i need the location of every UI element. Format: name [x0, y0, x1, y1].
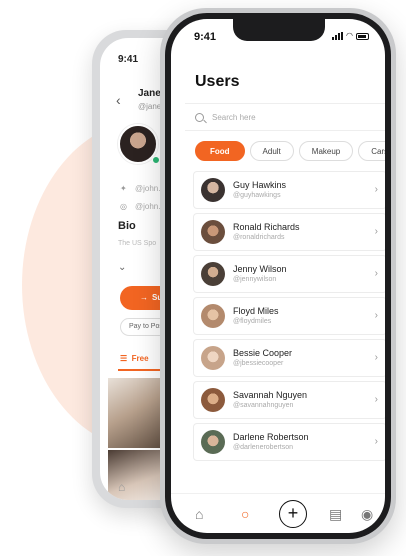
twitter-icon: ✦ — [120, 184, 127, 193]
home-icon[interactable]: ⌂ — [195, 506, 203, 522]
status-time: 9:41 — [194, 31, 217, 43]
user-list: Guy Hawkins @guyhawkings › Ronald Richar… — [193, 171, 385, 465]
avatar — [201, 178, 225, 202]
user-handle: @jennywilson — [233, 276, 277, 283]
user-handle: @darlenerobertson — [233, 444, 294, 451]
avatar — [201, 388, 225, 412]
chevron-right-icon: › — [374, 310, 378, 321]
user-name: Savannah Nguyen — [233, 390, 308, 400]
chip-makeup[interactable]: Makeup — [298, 141, 354, 161]
user-name: Ronald Richards — [233, 222, 300, 232]
user-name: Bessie Cooper — [233, 348, 293, 358]
mockup-stage: 9:41 ‹ Jane C @janec ✦ @john.do ◎ @john.do… — [0, 0, 406, 556]
list-item[interactable]: Ronald Richards @ronaldrichards › — [193, 213, 385, 251]
chevron-right-icon: › — [374, 226, 378, 237]
subscribe-icon: → — [140, 293, 148, 302]
home-icon[interactable]: ⌂ — [118, 480, 125, 494]
chip-adult[interactable]: Adult — [249, 141, 294, 161]
chevron-right-icon: › — [374, 394, 378, 405]
list-item[interactable]: Savannah Nguyen @savannahnguyen › — [193, 381, 385, 419]
category-chips: Food Adult Makeup Cars Ca — [195, 141, 385, 161]
phone-bezel: 9:41 ◠ Users Food Adult Makeup Cars Ca — [165, 13, 391, 539]
user-name: Jenny Wilson — [233, 264, 287, 274]
chevron-right-icon: › — [374, 436, 378, 447]
avatar — [201, 262, 225, 286]
user-handle: @ronaldrichards — [233, 234, 285, 241]
user-name: Darlene Robertson — [233, 432, 309, 442]
user-handle: @jbessiecooper — [233, 360, 284, 367]
list-item[interactable]: Bessie Cooper @jbessiecooper › — [193, 339, 385, 377]
user-handle: @savannahnguyen — [233, 402, 294, 409]
menu-icon: ☰ — [120, 354, 128, 363]
avatar — [201, 430, 225, 454]
user-handle: @guyhawkings — [233, 192, 281, 199]
chevron-down-icon[interactable]: ⌄ — [118, 262, 126, 273]
chip-food[interactable]: Food — [195, 141, 245, 161]
search-icon[interactable]: ○ — [241, 506, 249, 522]
wifi-icon: ◠ — [346, 31, 353, 40]
battery-icon — [356, 32, 369, 40]
back-arrow-icon[interactable]: ‹ — [116, 92, 121, 108]
online-indicator — [152, 156, 160, 164]
avatar — [201, 220, 225, 244]
user-name: Floyd Miles — [233, 306, 279, 316]
avatar — [201, 346, 225, 370]
tab-free[interactable]: ☰ Free — [120, 354, 149, 363]
user-name: Guy Hawkins — [233, 180, 287, 190]
signal-icon — [332, 32, 344, 40]
chip-cars[interactable]: Cars — [358, 141, 385, 161]
page-title: Users — [195, 73, 240, 90]
chevron-right-icon: › — [374, 184, 378, 195]
avatar — [201, 304, 225, 328]
phone-notch — [233, 19, 325, 41]
bio-heading: Bio — [118, 220, 136, 232]
profile-icon[interactable]: ◉ — [361, 506, 373, 523]
status-time: 9:41 — [118, 54, 139, 65]
instagram-icon: ◎ — [120, 202, 127, 211]
messages-icon[interactable]: ▤ — [329, 506, 342, 523]
bio-text: The US Spo — [118, 240, 157, 247]
list-item[interactable]: Floyd Miles @floydmiles › — [193, 297, 385, 335]
users-screen: 9:41 ◠ Users Food Adult Makeup Cars Ca — [171, 19, 385, 533]
user-handle: @floydmiles — [233, 318, 272, 325]
chevron-right-icon: › — [374, 352, 378, 363]
status-icons: ◠ — [332, 32, 369, 40]
free-tab-label: Free — [131, 354, 149, 363]
list-item[interactable]: Guy Hawkins @guyhawkings › — [193, 171, 385, 209]
search-input[interactable] — [212, 112, 372, 122]
search-icon — [195, 112, 204, 122]
search-bar[interactable] — [185, 103, 385, 131]
list-item[interactable]: Jenny Wilson @jennywilson › — [193, 255, 385, 293]
front-phone: 9:41 ◠ Users Food Adult Makeup Cars Ca — [160, 8, 396, 544]
list-item[interactable]: Darlene Robertson @darlenerobertson › — [193, 423, 385, 461]
bottom-tab-bar: ⌂ ○ + ▤ ◉ — [171, 493, 385, 533]
chevron-right-icon: › — [374, 268, 378, 279]
add-icon[interactable]: + — [279, 500, 307, 528]
